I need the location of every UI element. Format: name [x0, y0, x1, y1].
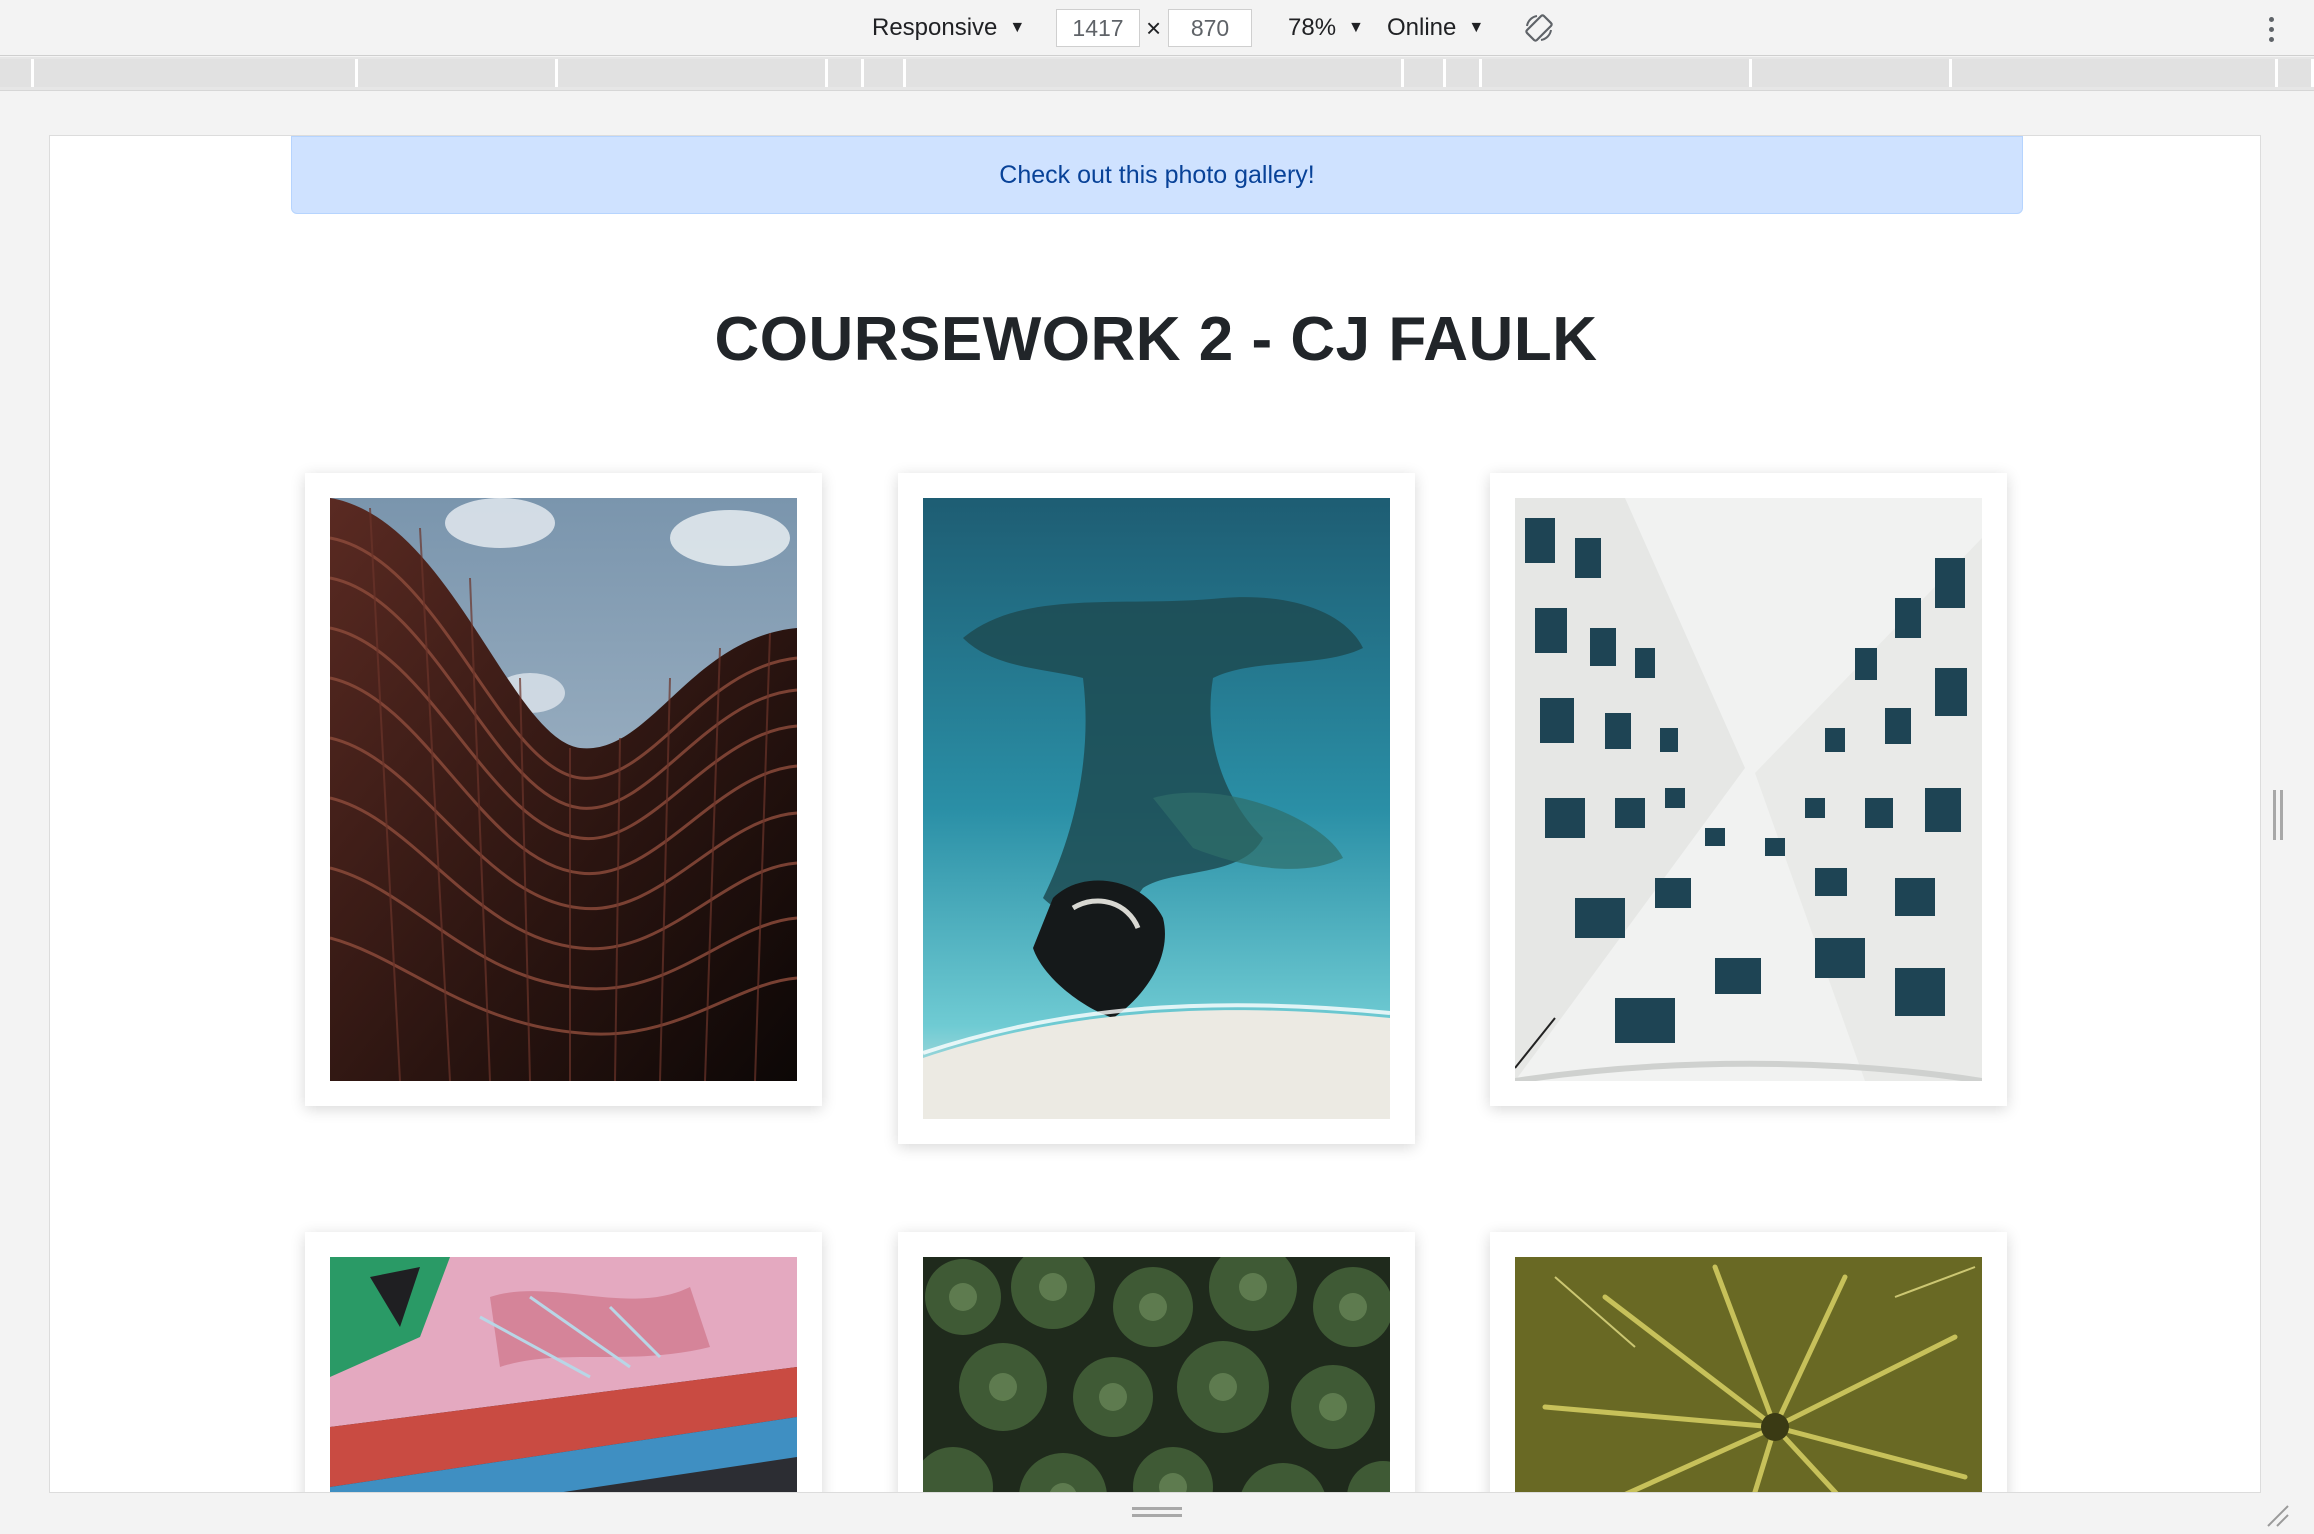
gallery-photo[interactable] [923, 1257, 1390, 1493]
gallery-card[interactable] [1490, 1232, 2007, 1493]
device-label: Responsive [872, 14, 998, 41]
height-input[interactable] [1168, 9, 1252, 47]
gallery-photo[interactable] [1515, 498, 1982, 1081]
throttle-label: Online [1387, 14, 1457, 41]
width-input[interactable] [1056, 9, 1140, 47]
gallery-photo[interactable] [330, 1257, 797, 1493]
zoom-select[interactable]: 78% ▼ [1288, 0, 1364, 56]
alert-text: Check out this photo gallery! [999, 160, 1315, 189]
media-query-bar[interactable] [0, 57, 2314, 91]
gallery-card[interactable] [1490, 473, 2007, 1106]
corner-resize-icon[interactable] [2264, 1502, 2290, 1528]
media-query-segment[interactable] [558, 59, 828, 87]
info-alert: Check out this photo gallery! [291, 136, 2023, 214]
media-query-segment[interactable] [864, 59, 906, 87]
media-query-segment[interactable] [906, 59, 1404, 87]
device-viewport: Check out this photo gallery! COURSEWORK… [49, 135, 2261, 1493]
media-query-segment[interactable] [1404, 59, 1446, 87]
media-query-segment[interactable] [1952, 59, 2278, 87]
gallery-card[interactable] [898, 1232, 1415, 1493]
gallery-photo[interactable] [1515, 1257, 1982, 1493]
media-query-segment[interactable] [34, 59, 358, 87]
rotate-icon[interactable] [1524, 13, 1554, 43]
device-select[interactable]: Responsive ▼ [872, 0, 1025, 56]
gallery-card[interactable] [305, 1232, 822, 1493]
gallery-card[interactable] [305, 473, 822, 1106]
resize-handle-icon[interactable] [2273, 790, 2283, 840]
media-query-segment[interactable] [0, 59, 34, 87]
page-title: COURSEWORK 2 - CJ FAULK [714, 305, 1598, 374]
gallery-photo[interactable] [923, 498, 1390, 1119]
kebab-menu-icon[interactable] [2267, 14, 2275, 44]
media-query-segment[interactable] [1482, 59, 1752, 87]
gallery-card[interactable] [898, 473, 1415, 1144]
caret-down-icon: ▼ [1468, 19, 1485, 36]
caret-down-icon: ▼ [1348, 19, 1364, 36]
media-query-segment[interactable] [828, 59, 864, 87]
times-symbol: × [1146, 12, 1162, 43]
resize-handle-icon[interactable] [1132, 1507, 1182, 1517]
media-query-segment[interactable] [1446, 59, 1482, 87]
media-query-segment[interactable] [358, 59, 558, 87]
gallery-photo[interactable] [330, 498, 797, 1081]
media-query-segment[interactable] [1752, 59, 1952, 87]
media-query-segment[interactable] [2278, 59, 2314, 87]
zoom-label: 78% [1288, 14, 1337, 41]
throttle-select[interactable]: Online ▼ [1387, 0, 1484, 56]
caret-down-icon: ▼ [1009, 19, 1026, 36]
device-toolbar: Responsive ▼ × 78% ▼ Online ▼ [0, 0, 2314, 56]
